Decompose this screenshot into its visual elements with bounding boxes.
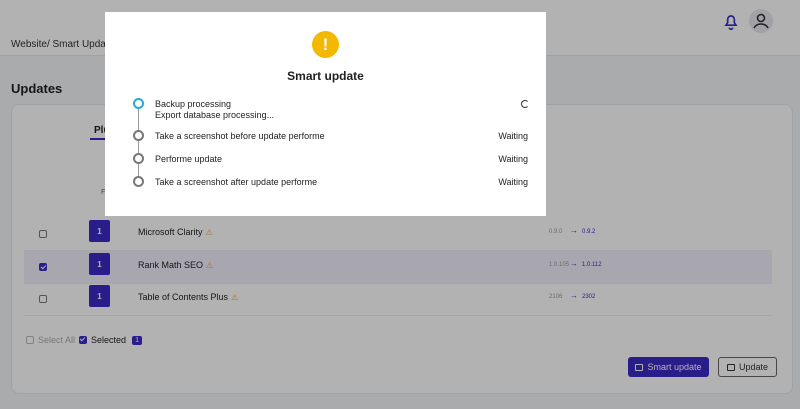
step-sublabel: Export database processing... <box>155 110 275 120</box>
spinner-icon <box>521 100 529 108</box>
dialog-title: Smart update <box>287 69 364 83</box>
step-indicator <box>133 130 144 141</box>
step-label: Take a screenshot after update performe <box>155 177 318 187</box>
step-label: Performe update <box>155 154 223 164</box>
step-label: Backup processing <box>155 99 232 109</box>
step-indicator-active <box>133 98 144 109</box>
step-indicator <box>133 176 144 187</box>
step-status: Waiting <box>498 177 528 187</box>
alert-icon: ! <box>312 31 339 58</box>
step-connector <box>138 109 139 181</box>
step-status: Waiting <box>498 154 528 164</box>
step-status: Waiting <box>498 131 528 141</box>
step-label: Take a screenshot before update performe <box>155 131 325 141</box>
step-indicator <box>133 153 144 164</box>
